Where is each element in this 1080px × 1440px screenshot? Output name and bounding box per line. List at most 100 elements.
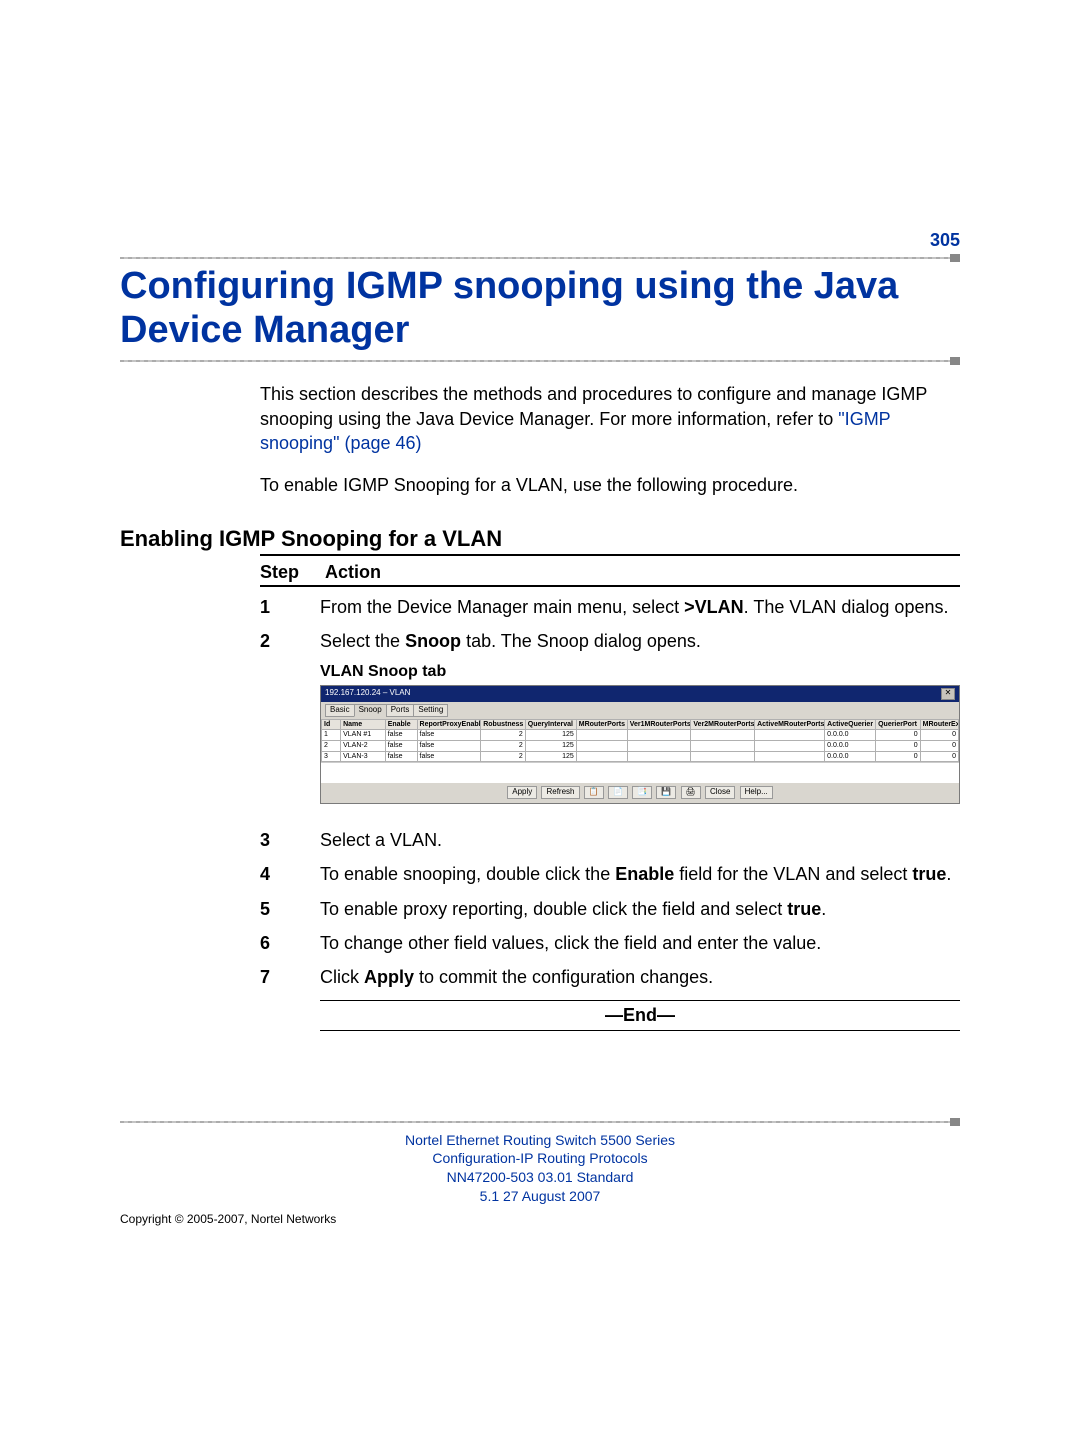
save-icon[interactable]: 💾 (656, 786, 676, 799)
close-button[interactable]: Close (705, 786, 735, 799)
col-id[interactable]: Id (322, 719, 341, 730)
copy-icon[interactable]: 📋 (584, 786, 604, 799)
footer-line2: Configuration-IP Routing Protocols (120, 1149, 960, 1168)
step-1-a: From the Device Manager main menu, selec… (320, 597, 684, 617)
step-4-body: To enable snooping, double click the Ena… (320, 862, 960, 886)
step-7-num: 7 (260, 965, 320, 989)
tab-ports[interactable]: Ports (386, 704, 415, 717)
intro-block: This section describes the methods and p… (260, 382, 960, 497)
end-label: —End— (320, 1003, 960, 1028)
cell[interactable] (627, 740, 691, 751)
paste-icon[interactable]: 📄 (608, 786, 628, 799)
document-page: 305 Configuring IGMP snooping using the … (0, 0, 1080, 1440)
step-7-body: Click Apply to commit the configuration … (320, 965, 960, 989)
col-mrp[interactable]: MRouterPorts (576, 719, 627, 730)
cell[interactable]: 0 (876, 730, 921, 741)
cell[interactable]: false (417, 740, 481, 751)
step-4-num: 4 (260, 862, 320, 886)
apply-button[interactable]: Apply (507, 786, 537, 799)
cell[interactable]: 0.0.0.0 (825, 730, 876, 741)
screenshot-caption: VLAN Snoop tab (320, 661, 960, 683)
step-3: 3 Select a VLAN. (260, 828, 960, 852)
refresh-button[interactable]: Refresh (541, 786, 579, 799)
cell[interactable] (691, 730, 755, 741)
table-row[interactable]: 2 VLAN-2 false false 2 125 0.0.0.0 (322, 740, 959, 751)
col-qp[interactable]: QuerierPort (876, 719, 921, 730)
steps-block: Step Action 1 From the Device Manager ma… (260, 560, 960, 1031)
print-icon[interactable]: 🖨 (681, 786, 701, 799)
col-mre[interactable]: MRouterExpiration (920, 719, 958, 730)
cell[interactable]: VLAN-2 (341, 740, 386, 751)
col-robust[interactable]: Robustness (481, 719, 526, 730)
col-reportproxy[interactable]: ReportProxyEnable (417, 719, 481, 730)
table-row[interactable]: 3 VLAN-3 false false 2 125 0.0.0.0 (322, 751, 959, 762)
cell[interactable]: 2 (481, 740, 526, 751)
cell[interactable] (755, 730, 825, 741)
section-heading: Enabling IGMP Snooping for a VLAN (120, 526, 960, 552)
tab-basic[interactable]: Basic (325, 704, 355, 717)
cell[interactable]: 2 (481, 751, 526, 762)
footer: Nortel Ethernet Routing Switch 5500 Seri… (120, 1131, 960, 1207)
cell[interactable] (576, 751, 627, 762)
step-1-body: From the Device Manager main menu, selec… (320, 595, 960, 619)
cell[interactable]: 0 (876, 740, 921, 751)
cell[interactable]: 0 (920, 751, 958, 762)
cell[interactable]: 0 (876, 751, 921, 762)
cell[interactable]: 2 (322, 740, 341, 751)
cell[interactable]: false (385, 740, 417, 751)
cell[interactable]: false (417, 751, 481, 762)
help-button[interactable]: Help... (740, 786, 773, 799)
cell[interactable]: 125 (525, 730, 576, 741)
cell[interactable]: false (417, 730, 481, 741)
step-5-a: To enable proxy reporting, double click … (320, 899, 787, 919)
cell[interactable] (755, 740, 825, 751)
copyright: Copyright © 2005-2007, Nortel Networks (120, 1212, 960, 1226)
step-7-b: Apply (364, 967, 414, 987)
cell[interactable]: 3 (322, 751, 341, 762)
step-2-num: 2 (260, 629, 320, 653)
cell[interactable]: 1 (322, 730, 341, 741)
cell[interactable]: VLAN-3 (341, 751, 386, 762)
cell[interactable]: VLAN #1 (341, 730, 386, 741)
close-icon[interactable]: ✕ (941, 688, 955, 700)
cell[interactable] (691, 740, 755, 751)
step-4-c: field for the VLAN and select (674, 864, 912, 884)
step-2: 2 Select the Snoop tab. The Snoop dialog… (260, 629, 960, 818)
col-name[interactable]: Name (341, 719, 386, 730)
cell[interactable] (627, 751, 691, 762)
cell[interactable]: 0.0.0.0 (825, 740, 876, 751)
cell[interactable]: 125 (525, 740, 576, 751)
step-6-num: 6 (260, 931, 320, 955)
step-2-a: Select the (320, 631, 405, 651)
intro-para2: To enable IGMP Snooping for a VLAN, use … (260, 473, 960, 497)
step-5-c: . (821, 899, 826, 919)
cell[interactable] (755, 751, 825, 762)
col-v2mrp[interactable]: Ver2MRouterPorts (691, 719, 755, 730)
cell[interactable] (627, 730, 691, 741)
cell[interactable] (691, 751, 755, 762)
vlan-snoop-screenshot: 192.167.120.24 – VLAN ✕ BasicSnoopPortsS… (320, 685, 960, 804)
cell[interactable]: 0 (920, 740, 958, 751)
action-col: Action (325, 562, 381, 582)
cell[interactable]: 2 (481, 730, 526, 741)
col-aq[interactable]: ActiveQuerier (825, 719, 876, 730)
cell[interactable]: 0 (920, 730, 958, 741)
tab-setting[interactable]: Setting (413, 704, 448, 717)
cell[interactable]: 0.0.0.0 (825, 751, 876, 762)
tab-snoop[interactable]: Snoop (354, 704, 387, 717)
step-7: 7 Click Apply to commit the configuratio… (260, 965, 960, 989)
cell[interactable]: false (385, 730, 417, 741)
cell[interactable] (576, 730, 627, 741)
col-enable[interactable]: Enable (385, 719, 417, 730)
export-icon[interactable]: 📑 (632, 786, 652, 799)
cell[interactable]: 125 (525, 751, 576, 762)
col-amrp[interactable]: ActiveMRouterPorts (755, 719, 825, 730)
step-6: 6 To change other field values, click th… (260, 931, 960, 955)
col-v1mrp[interactable]: Ver1MRouterPorts (627, 719, 691, 730)
col-qint[interactable]: QueryInterval (525, 719, 576, 730)
end-rule-bottom (320, 1030, 960, 1031)
step-col: Step (260, 562, 320, 583)
cell[interactable] (576, 740, 627, 751)
table-row[interactable]: 1 VLAN #1 false false 2 125 0.0.0.0 (322, 730, 959, 741)
cell[interactable]: false (385, 751, 417, 762)
